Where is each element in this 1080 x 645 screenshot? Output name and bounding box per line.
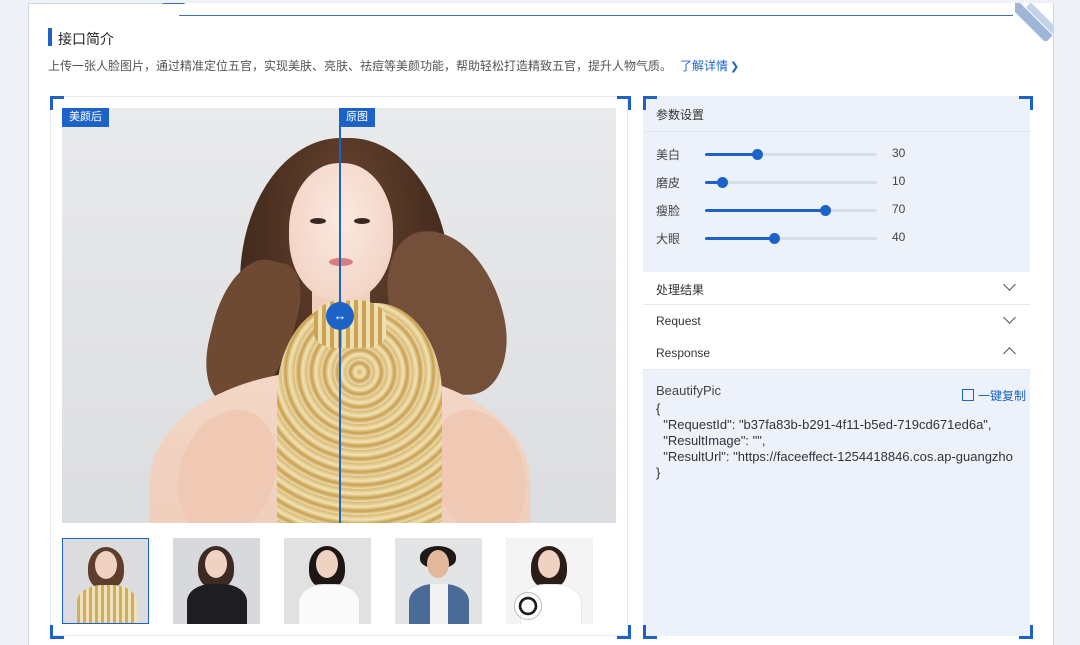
intro-title: 接口简介 [58,31,114,47]
chevron-down-icon [1003,278,1016,291]
compare-drag-handle-icon[interactable]: ↔ [326,302,354,330]
more-details-link[interactable]: 了解详情 ❯ [680,59,739,73]
accordion-label: Request [656,314,701,328]
card-topline [179,15,1013,16]
chevron-up-icon [1003,347,1016,360]
params-body: 美白 30 磨皮 10 瘦脸 70 大眼 40 [643,132,1030,268]
corner-bracket [617,625,631,639]
params-title: 参数设置 [656,108,705,122]
thumbnail-item[interactable] [284,538,371,624]
accordion-result[interactable]: 处理结果 [643,272,1030,305]
slider-row-whitening: 美白 30 [656,143,1016,163]
intro-description: 上传一张人脸图片，通过精准定位五官，实现美肤、亮肤、祛痘等美颜功能，帮助轻松打造… [48,57,739,74]
portrait-face [289,163,393,301]
slider-knob[interactable] [717,177,729,188]
thumbnail-item[interactable] [173,538,260,624]
slider-value: 70 [892,202,906,216]
settings-panel: 参数设置 美白 30 磨皮 10 瘦脸 70 大眼 40 处理结果 Reques… [643,96,1030,636]
slider-knob[interactable] [820,205,832,216]
slider-knob[interactable] [768,233,780,244]
slider-label: 瘦脸 [656,204,681,218]
thumbnail-item[interactable] [62,538,149,624]
chevron-down-icon [1003,311,1016,324]
corner-bracket [643,96,657,110]
accordion-label: 处理结果 [656,283,705,297]
corner-bracket [643,625,657,639]
slider-row-smoothing: 磨皮 10 [656,171,1016,191]
title-accent-bar [48,28,52,46]
corner-stripe-decoration [1015,3,1053,41]
intro-description-text: 上传一张人脸图片，通过精准定位五官，实现美肤、亮肤、祛痘等美颜功能，帮助轻松打造… [48,59,673,73]
thumbnail-item[interactable] [395,538,482,624]
slider-value: 30 [892,146,906,160]
comparison-photo[interactable]: 美颜后 原图 ↔ [62,108,616,523]
tag-original: 原图 [339,108,375,127]
response-json[interactable]: { "RequestId": "b37fa83b-b291-4f11-b5ed-… [656,401,1013,481]
corner-bracket [617,96,631,110]
slider-row-eye-enlarge: 大眼 40 [656,227,1016,247]
response-body: BeautifyPic 一键复制 { "RequestId": "b37fa83… [643,370,1030,636]
smoothing-slider[interactable] [705,177,877,188]
slider-value: 10 [892,174,906,188]
card-tab [29,3,179,17]
slider-label: 磨皮 [656,176,681,190]
response-api-name: BeautifyPic [656,383,722,398]
slider-value: 40 [892,230,906,244]
corner-bracket [50,625,64,639]
slider-label: 美白 [656,148,681,162]
params-header: 参数设置 [643,96,1030,132]
face-slimming-slider[interactable] [705,205,877,216]
soccer-ball-icon [514,592,542,620]
eye-enlarge-slider[interactable] [705,233,877,244]
copy-icon [961,389,974,401]
accordion-response[interactable]: Response [643,337,1030,370]
corner-bracket [1019,96,1033,110]
more-details-label: 了解详情 [680,59,729,73]
slider-row-face-slimming: 瘦脸 70 [656,199,1016,219]
corner-bracket [1019,625,1033,639]
sample-thumbnails [62,538,622,624]
tag-after-beauty: 美颜后 [62,108,109,127]
slider-label: 大眼 [656,232,681,246]
chevron-right-icon: ❯ [730,61,740,73]
slider-knob[interactable] [751,149,763,160]
accordion-request[interactable]: Request [643,305,1030,338]
accordion-label: Response [656,346,711,360]
thumbnail-item[interactable] [506,538,593,624]
whitening-slider[interactable] [705,149,877,160]
